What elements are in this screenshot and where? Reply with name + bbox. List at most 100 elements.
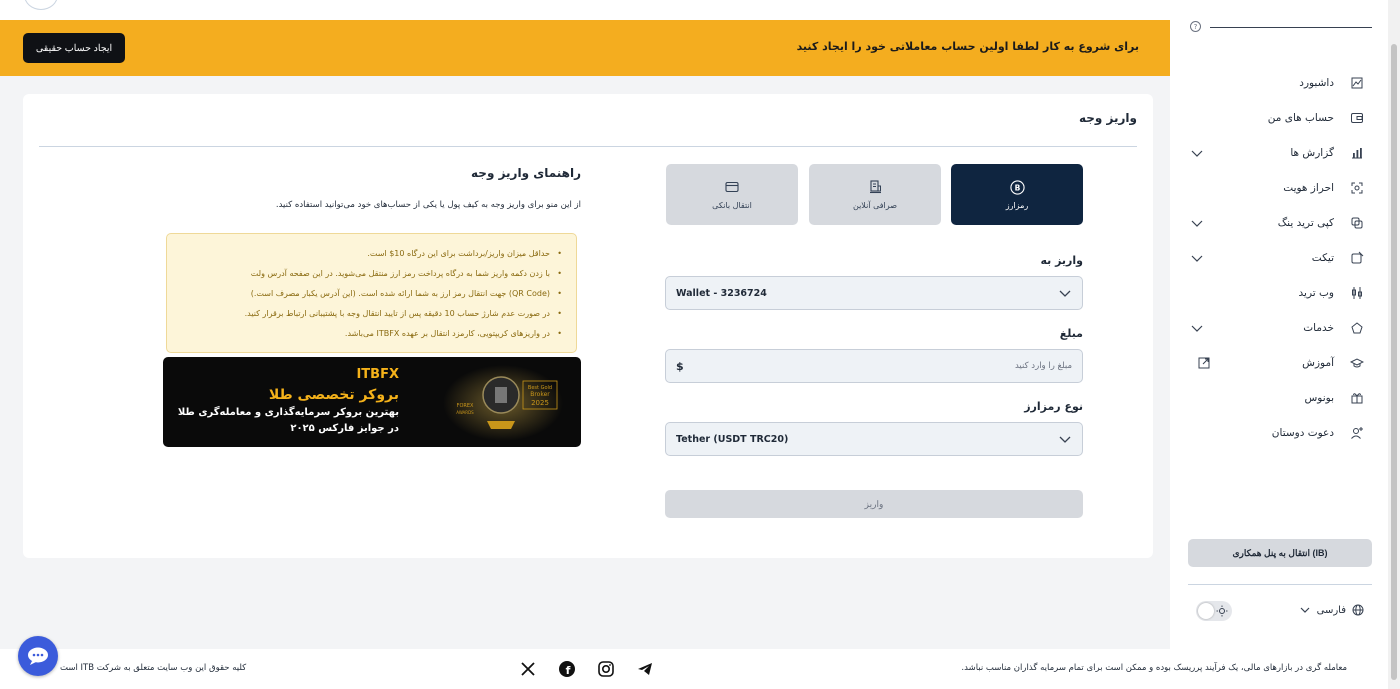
method-tab-bank-transfer[interactable]: انتقال بانکی [666, 164, 798, 225]
instagram-icon[interactable] [597, 660, 615, 678]
sidebar-item-label: حساب های من [1267, 112, 1334, 124]
sidebar: ? داشبورد حساب های من گزارش ها احراز هویت کپ… [1170, 0, 1388, 689]
language-select[interactable]: فارسی [1299, 604, 1364, 616]
face-scan-icon [1351, 182, 1363, 194]
chevron-down-icon [1300, 607, 1310, 613]
guide-title: راهنمای واریز وجه [471, 166, 581, 180]
notice-item: در واریزهای کریپتویی، کارمزد انتقال بر ع… [177, 324, 562, 344]
deposit-to-select[interactable]: Wallet - 3236724 [665, 276, 1083, 310]
copyright: کلیه حقوق این وب سایت متعلق به شرکت ITB … [60, 663, 247, 673]
sidebar-item-label: دعوت دوستان [1271, 427, 1334, 439]
create-account-banner: برای شروع به کار لطفا اولین حساب معاملات… [0, 20, 1170, 76]
theme-toggle[interactable] [1196, 601, 1232, 621]
sidebar-item-label: تیکت [1311, 252, 1334, 264]
sidebar-item[interactable]: وب ترید [1190, 282, 1364, 304]
promo-text: در جوایز فارکس ۲۰۲۵ [290, 423, 399, 434]
amount-label: مبلغ [1059, 327, 1083, 340]
sidebar-item[interactable]: بونوس [1190, 387, 1364, 409]
create-real-account-button[interactable]: ایجاد حساب حقیقی [23, 33, 125, 63]
ib-panel-button[interactable]: انتقال به پنل همکاری (IB) [1188, 539, 1372, 567]
banner-message: برای شروع به کار لطفا اولین حساب معاملات… [796, 40, 1139, 53]
card-icon [724, 179, 740, 195]
sidebar-item-label: احراز هویت [1283, 182, 1334, 194]
gift-icon [1351, 393, 1363, 404]
ticket-icon [1351, 251, 1364, 264]
sidebar-item[interactable]: حساب های من [1190, 107, 1364, 129]
sidebar-item-label: کپی ترید ینگ [1277, 217, 1334, 229]
sidebar-item[interactable]: احراز هویت [1190, 177, 1364, 199]
amount-input[interactable]: $ مبلغ را وارد کنید [665, 349, 1083, 383]
telegram-icon[interactable] [636, 660, 654, 678]
sidebar-item[interactable]: آموزش [1190, 352, 1364, 374]
chevron-down-icon [1191, 150, 1203, 157]
method-label: انتقال بانکی [712, 201, 752, 210]
services-icon [1351, 322, 1363, 334]
amount-placeholder: مبلغ را وارد کنید [1014, 361, 1072, 371]
svg-text:2025: 2025 [531, 399, 549, 407]
notice-item: در صورت عدم شارژ حساب 10 دقیقه پس از تای… [177, 304, 562, 324]
promo-text: بهترین بروکر سرمایه‌گذاری و معامله‌گری ط… [177, 407, 399, 418]
chat-icon [28, 647, 48, 665]
deposit-card: واریز وجه B رمزارز صرافی آنلاین انتقال ب… [23, 94, 1153, 558]
sun-icon [1216, 605, 1228, 617]
sidebar-item[interactable]: دعوت دوستان [1190, 422, 1364, 444]
notice-item: با زدن دکمه واریز شما به درگاه پرداخت رم… [177, 264, 562, 284]
deposit-to-label: واریز به [1040, 254, 1083, 267]
sidebar-item[interactable]: داشبورد [1190, 72, 1364, 94]
chevron-down-icon [1059, 290, 1071, 297]
logo [1240, 0, 1320, 4]
sidebar-item-label: آموزش [1302, 357, 1334, 369]
chevron-down-icon [1191, 220, 1203, 227]
chart-icon [1352, 148, 1362, 159]
method-tab-online-exchange[interactable]: صرافی آنلاین [809, 164, 941, 225]
chevron-down-icon [1059, 436, 1071, 443]
method-label: صرافی آنلاین [852, 201, 897, 210]
deposit-submit-button[interactable]: واریز [665, 490, 1083, 518]
guide-subtitle: از این منو برای واریز وجه به کیف پول یا … [275, 200, 581, 210]
page-title: واریز وجه [1078, 111, 1137, 125]
top-strip [0, 0, 1170, 20]
method-tab-crypto[interactable]: B رمزارز [951, 164, 1083, 225]
award-trophy-image: Best Gold Broker 2025 FOREX AWARDS [443, 365, 563, 441]
facebook-icon[interactable]: f [558, 660, 576, 678]
notice-item: (QR Code) جهت انتقال رمز ارز به شما ارائ… [177, 284, 562, 304]
avatar[interactable] [24, 0, 58, 10]
deposit-notice: حداقل میزان واریز/برداشت برای این درگاه … [166, 233, 577, 353]
x-icon[interactable] [519, 660, 537, 678]
promo-banner[interactable]: ITBFX بروکر تخصصی طلا بهترین بروکر سرمای… [163, 357, 581, 447]
chevron-down-icon [1191, 325, 1203, 332]
sidebar-item[interactable]: کپی ترید ینگ [1190, 212, 1364, 234]
scrollbar-thumb[interactable] [1391, 44, 1397, 680]
sidebar-item-label: وب ترید [1298, 287, 1334, 299]
footer: معامله گری در بازارهای مالی، یک فرآیند پ… [0, 649, 1388, 689]
chat-button[interactable] [18, 636, 58, 676]
copy-icon [1351, 217, 1363, 229]
sidebar-item[interactable]: تیکت [1190, 247, 1364, 269]
crypto-type-label: نوع رمزارز [1024, 400, 1083, 413]
help-icon[interactable]: ? [1190, 21, 1201, 32]
bitcoin-icon: B [1009, 179, 1025, 195]
divider [1188, 584, 1372, 585]
add-user-icon [1351, 427, 1363, 439]
crypto-type-value: Tether (USDT TRC20) [676, 433, 789, 445]
dashboard-icon [1351, 77, 1363, 89]
candles-icon [1352, 287, 1362, 299]
divider [39, 146, 1137, 147]
graduation-icon [1350, 358, 1364, 368]
crypto-type-select[interactable]: Tether (USDT TRC20) [665, 422, 1083, 456]
sidebar-item-label: بونوس [1304, 392, 1334, 404]
sidebar-item-label: داشبورد [1299, 77, 1334, 89]
sidebar-item-label: خدمات [1303, 322, 1334, 334]
exchange-icon [867, 179, 883, 195]
sidebar-item[interactable]: گزارش ها [1190, 142, 1364, 164]
divider [1210, 27, 1372, 28]
wallet-icon [1351, 113, 1363, 123]
sidebar-item[interactable]: خدمات [1190, 317, 1364, 339]
svg-text:Broker: Broker [530, 391, 550, 398]
language-label: فارسی [1316, 604, 1346, 616]
notice-item: حداقل میزان واریز/برداشت برای این درگاه … [177, 244, 562, 264]
scrollbar[interactable] [1388, 0, 1400, 689]
sidebar-item-label: گزارش ها [1290, 147, 1334, 159]
svg-text:FOREX: FOREX [457, 403, 474, 409]
risk-disclaimer: معامله گری در بازارهای مالی، یک فرآیند پ… [961, 663, 1347, 673]
